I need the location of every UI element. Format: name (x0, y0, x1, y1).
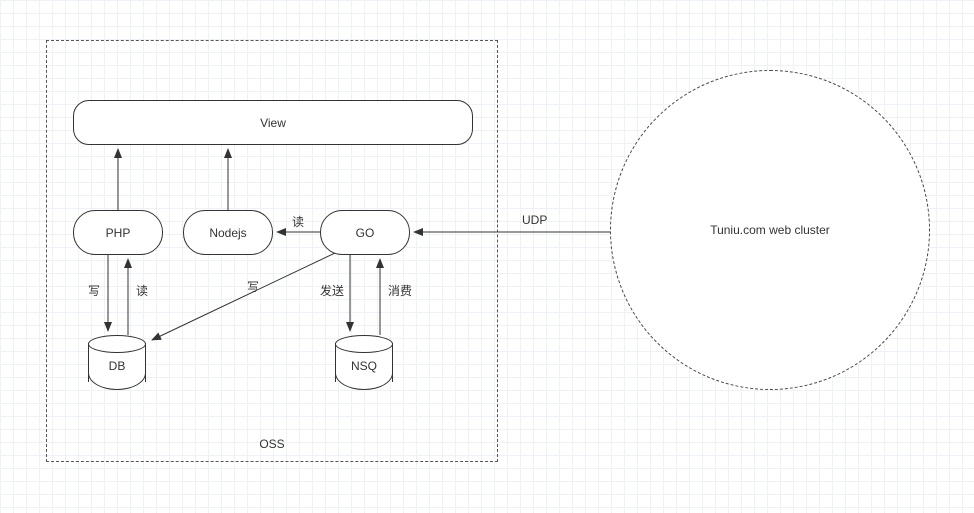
cluster-label: Tuniu.com web cluster (710, 223, 830, 237)
cluster-node: Tuniu.com web cluster (610, 70, 930, 390)
view-label: View (260, 116, 286, 130)
diagram-canvas: OSS View PHP Nodejs GO DB NSQ Tuniu.com … (0, 0, 974, 513)
nodejs-label: Nodejs (209, 226, 246, 240)
edge-label-php-db-read: 读 (134, 282, 150, 299)
nodejs-node: Nodejs (183, 210, 273, 255)
edge-label-go-nsq-send: 发送 (318, 282, 346, 299)
edge-label-go-db-write: 写 (245, 278, 261, 295)
nsq-label: NSQ (335, 358, 393, 372)
edge-label-go-nodejs: 读 (290, 213, 306, 230)
go-label: GO (356, 226, 375, 240)
view-node: View (73, 100, 473, 145)
php-node: PHP (73, 210, 163, 255)
go-node: GO (320, 210, 410, 255)
php-label: PHP (106, 226, 131, 240)
nsq-node: NSQ (335, 335, 393, 390)
edge-label-go-nsq-consume: 消费 (386, 282, 414, 299)
edge-label-cluster-go-udp: UDP (520, 213, 549, 227)
db-node: DB (88, 335, 146, 390)
oss-label: OSS (259, 437, 284, 451)
db-label: DB (88, 358, 146, 372)
edge-label-php-db-write: 写 (86, 282, 102, 299)
